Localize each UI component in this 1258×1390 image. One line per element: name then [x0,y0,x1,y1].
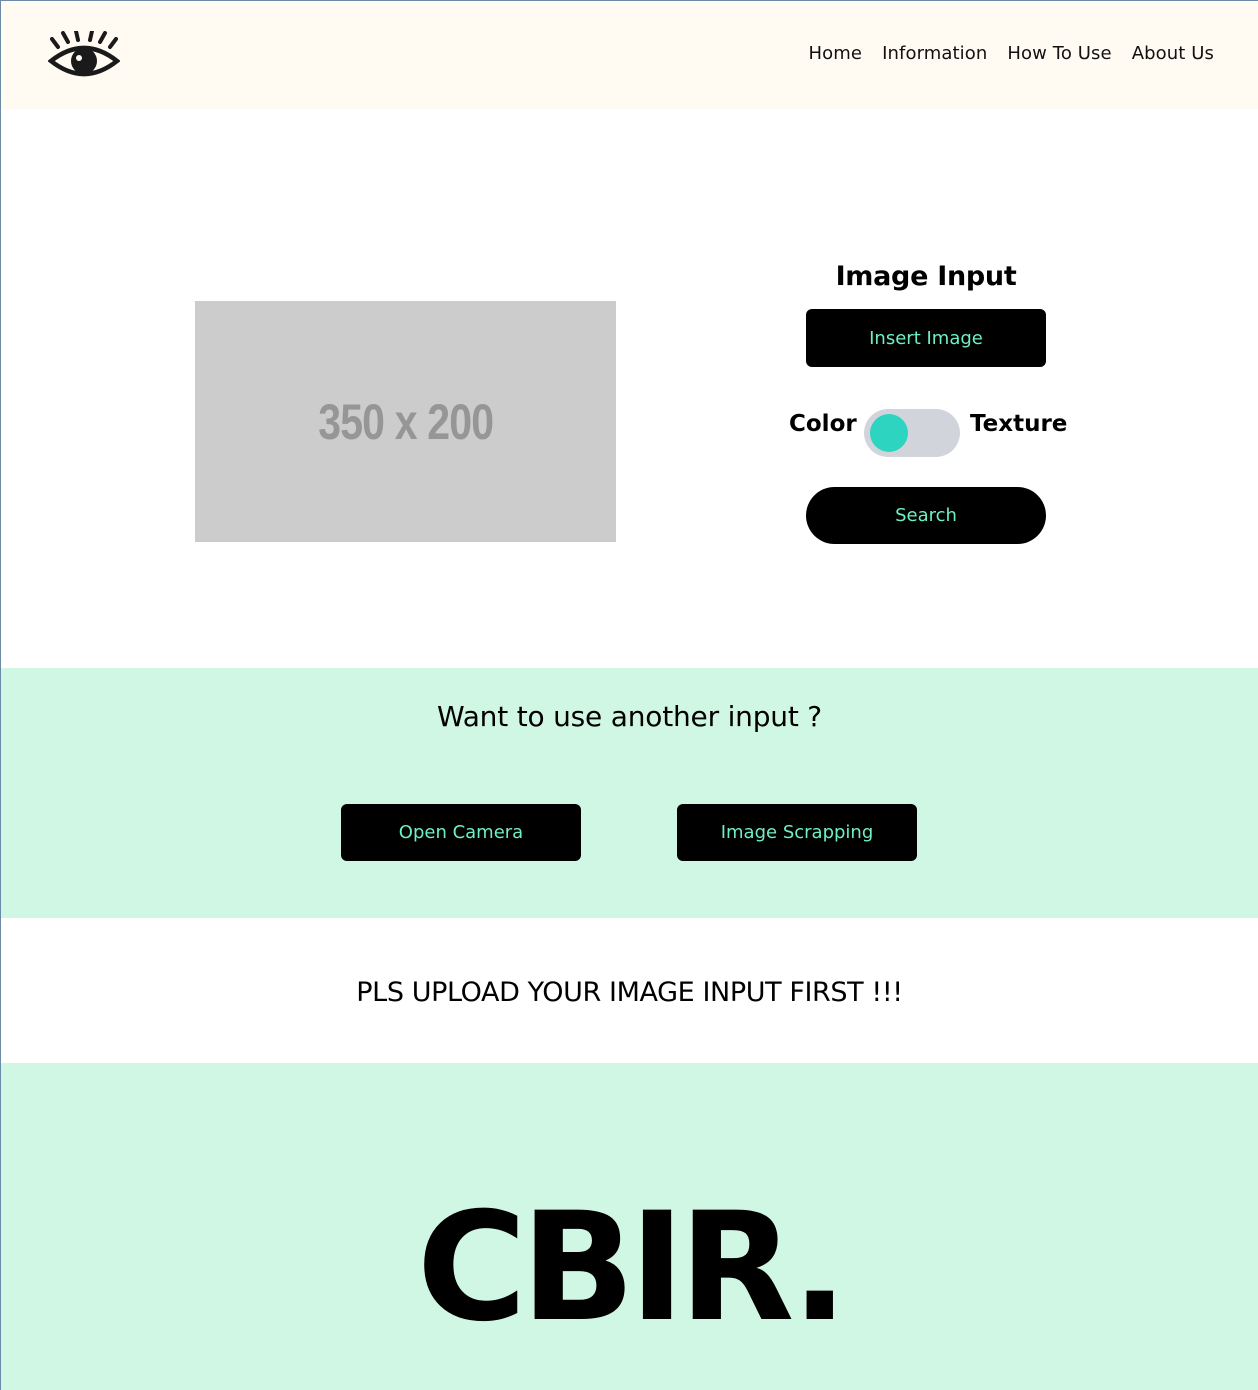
eye-icon[interactable] [47,29,121,81]
page: Home Information How To Use About Us 350… [0,0,1258,1390]
nav-link-how-to-use[interactable]: How To Use [1007,43,1111,64]
nav-links: Home Information How To Use About Us [809,43,1214,64]
insert-image-button[interactable]: Insert Image [806,309,1046,367]
image-input-panel: Image Input Insert Image Color Texture S… [786,259,1068,559]
placeholder-dimensions-text: 350 x 200 [317,393,494,450]
image-preview-placeholder: 350 x 200 [195,301,616,542]
brand-section: CBIR. [1,1063,1258,1390]
texture-label: Texture [970,411,1068,437]
color-texture-toggle[interactable] [864,409,960,457]
navbar: Home Information How To Use About Us [1,1,1258,109]
upload-warning-message: PLS UPLOAD YOUR IMAGE INPUT FIRST !!! [356,977,903,1008]
search-button[interactable]: Search [806,487,1046,544]
alternate-input-section: Want to use another input ? Open Camera … [1,668,1258,918]
image-input-title: Image Input [835,261,1017,292]
toggle-knob [870,414,908,452]
color-label: Color [789,411,857,437]
brand-title: CBIR. [416,1181,849,1355]
nav-link-about-us[interactable]: About Us [1132,43,1214,64]
nav-link-information[interactable]: Information [882,43,987,64]
open-camera-button[interactable]: Open Camera [341,804,581,861]
image-scrapping-button[interactable]: Image Scrapping [677,804,917,861]
feature-toggle-row: Color Texture [786,407,1068,459]
nav-link-home[interactable]: Home [809,43,863,64]
alternate-input-title: Want to use another input ? [437,700,822,733]
